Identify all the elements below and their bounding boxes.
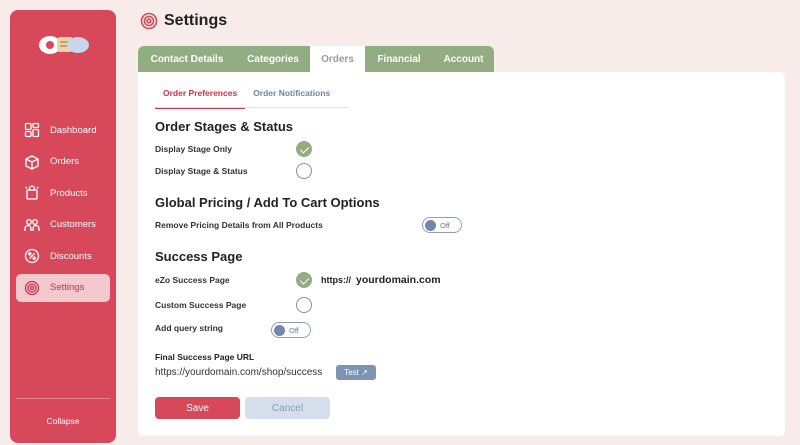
orders-settings-panel: Order Preferences Order Notifications Or… bbox=[138, 72, 785, 436]
tab-financial[interactable]: Financial bbox=[365, 46, 433, 72]
sidebar-item-label: Products bbox=[50, 187, 88, 199]
settings-icon bbox=[24, 280, 40, 296]
sidebar-item-label: Dashboard bbox=[50, 124, 97, 136]
collapse-button[interactable]: Collapse bbox=[10, 416, 116, 426]
url-prefix: https:// bbox=[321, 275, 351, 285]
sidebar-item-discounts[interactable]: Discounts bbox=[16, 242, 110, 270]
subtabs: Order Preferences Order Notifications bbox=[155, 84, 338, 109]
cancel-button[interactable]: Cancel bbox=[245, 397, 330, 419]
settings-tabs: Contact Details Categories Orders Financ… bbox=[138, 46, 494, 72]
sidebar-item-label: Customers bbox=[50, 219, 96, 230]
display-stage-only-radio[interactable] bbox=[296, 141, 312, 157]
display-stage-only-label: Display Stage Only bbox=[155, 144, 232, 154]
toggle-knob bbox=[274, 324, 285, 336]
final-url-label: Final Success Page URL bbox=[155, 352, 255, 362]
tab-account[interactable]: Account bbox=[433, 46, 494, 72]
toggle-knob bbox=[425, 219, 436, 231]
remove-pricing-toggle[interactable]: Off bbox=[422, 217, 462, 233]
global-pricing-title: Global Pricing / Add To Cart Options bbox=[155, 195, 380, 210]
save-button[interactable]: Save bbox=[155, 397, 240, 419]
sidebar-item-settings[interactable]: Settings bbox=[16, 273, 110, 302]
sidebar-item-label: Settings bbox=[50, 282, 85, 293]
url-domain: yourdomain.com bbox=[356, 274, 441, 286]
page-title-text: Settings bbox=[164, 12, 228, 29]
display-stage-status-radio[interactable] bbox=[296, 163, 312, 179]
custom-success-radio[interactable] bbox=[296, 297, 312, 313]
settings-icon bbox=[140, 12, 158, 30]
sidebar-item-label: Discounts bbox=[50, 250, 92, 262]
sidebar-item-orders[interactable]: Orders bbox=[16, 148, 110, 176]
tab-contact-details[interactable]: Contact Details bbox=[138, 46, 236, 72]
final-url-value: https://yourdomain.com/shop/success bbox=[155, 367, 323, 378]
sidebar: Dashboard Orders Products Customers Disc… bbox=[10, 10, 116, 443]
logo[interactable] bbox=[36, 30, 92, 60]
subtab-order-notifications[interactable]: Order Notifications bbox=[245, 84, 338, 109]
sidebar-divider bbox=[16, 398, 110, 399]
discounts-icon bbox=[24, 248, 40, 264]
subtab-order-preferences[interactable]: Order Preferences bbox=[155, 84, 246, 109]
query-string-label: Add query string bbox=[155, 323, 224, 333]
order-stages-title: Order Stages & Status bbox=[155, 119, 293, 134]
products-icon bbox=[24, 185, 40, 201]
test-url-button[interactable]: Test ↗ bbox=[336, 365, 376, 380]
tab-orders[interactable]: Orders bbox=[310, 46, 365, 72]
sidebar-item-customers[interactable]: Customers bbox=[16, 211, 110, 239]
toggle-state: Off bbox=[289, 325, 299, 335]
orders-icon bbox=[24, 154, 40, 170]
subtab-divider bbox=[155, 107, 349, 108]
page-title: Settings bbox=[140, 12, 227, 30]
custom-success-label: Custom Success Page bbox=[155, 300, 247, 310]
sidebar-item-label: Orders bbox=[50, 156, 80, 167]
query-string-toggle[interactable]: Off bbox=[271, 322, 311, 338]
tab-categories[interactable]: Categories bbox=[236, 46, 310, 72]
customers-icon bbox=[24, 217, 40, 233]
ezo-success-label: eZo Success Page bbox=[155, 275, 230, 285]
sidebar-nav: Dashboard Orders Products Customers Disc… bbox=[10, 116, 116, 305]
success-page-title: Success Page bbox=[155, 249, 243, 264]
display-stage-status-label: Display Stage & Status bbox=[155, 166, 248, 176]
dashboard-icon bbox=[24, 122, 40, 138]
sidebar-item-products[interactable]: Products bbox=[16, 179, 110, 207]
sidebar-item-dashboard[interactable]: Dashboard bbox=[16, 116, 110, 144]
ezo-success-radio[interactable] bbox=[296, 272, 312, 288]
remove-pricing-label: Remove Pricing Details from All Products bbox=[155, 220, 323, 230]
toggle-state: Off bbox=[440, 220, 450, 230]
